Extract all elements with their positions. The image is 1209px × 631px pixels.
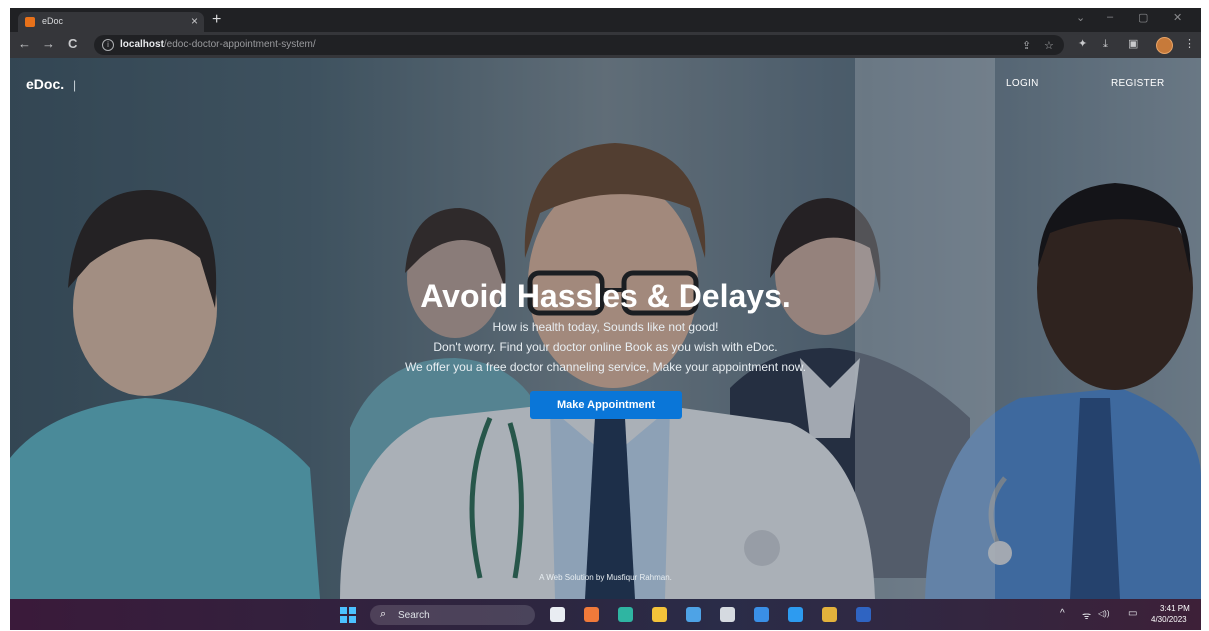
browser-tab[interactable]: eDoc × (18, 12, 204, 32)
network-icon[interactable]: ᯤ (1082, 608, 1091, 622)
taskbar-search-label: Search (398, 610, 430, 621)
vscode-icon[interactable] (788, 607, 803, 622)
word-icon[interactable] (856, 607, 871, 622)
windows-logo-icon (340, 607, 347, 614)
file-explorer-icon[interactable] (652, 607, 667, 622)
mail-icon[interactable] (686, 607, 701, 622)
calendar-icon[interactable] (720, 607, 735, 622)
profile-avatar[interactable] (1156, 37, 1173, 54)
browser-tab-strip: eDoc × + ⌄ – ▢ ✕ (10, 8, 1201, 32)
page-viewport: eDoc. | LOGIN REGISTER Avoid Hassles & D… (10, 58, 1201, 599)
show-hidden-icons[interactable]: ^ (1060, 608, 1065, 619)
extensions-icon[interactable]: ✦ (1078, 38, 1087, 51)
menu-icon[interactable]: ⋮ (1184, 38, 1195, 51)
file-app-icon[interactable] (550, 607, 565, 622)
hero-line-2: Don't worry. Find your doctor online Boo… (433, 340, 778, 354)
url-text[interactable]: localhost/edoc-doctor-appointment-system… (120, 39, 316, 50)
close-window-icon[interactable]: ✕ (1173, 11, 1182, 24)
share-icon[interactable]: ⇪ (1022, 39, 1031, 52)
address-bar[interactable]: i localhost/edoc-doctor-appointment-syst… (94, 35, 1064, 55)
footer-credit: A Web Solution by Musfiqur Rahman. (539, 573, 672, 582)
download-icon[interactable]: ⤓ (1103, 38, 1108, 51)
new-tab-button[interactable]: + (212, 12, 221, 28)
star-icon[interactable]: ☆ (1044, 39, 1054, 52)
clock-date[interactable]: 4/30/2023 (1151, 615, 1187, 624)
screen: eDoc × + ⌄ – ▢ ✕ ← → C i localhost/edoc-… (10, 8, 1201, 630)
login-link[interactable]: LOGIN (1006, 78, 1039, 89)
start-button[interactable] (340, 607, 356, 623)
logo-separator: | (73, 78, 77, 92)
clock-time[interactable]: 3:41 PM (1160, 604, 1190, 613)
minimize-icon[interactable]: – (1107, 11, 1113, 23)
taskbar: ⌕ Search ^ ᯤ ◁)) ▭ 3:41 PM 4/30/2023 (10, 599, 1201, 630)
register-link[interactable]: REGISTER (1111, 78, 1165, 89)
hero-title: Avoid Hassles & Delays. (420, 278, 791, 314)
sidebar-icon[interactable]: ▣ (1128, 38, 1138, 51)
close-tab-icon[interactable]: × (191, 14, 198, 28)
blue-app-icon[interactable] (754, 607, 769, 622)
site-logo[interactable]: eDoc. (26, 76, 64, 92)
search-icon: ⌕ (380, 608, 387, 620)
forward-button[interactable]: → (42, 37, 55, 51)
edge-icon[interactable] (618, 607, 633, 622)
hero-line-3: We offer you a free doctor channeling se… (404, 360, 807, 374)
tab-title: eDoc (42, 16, 64, 26)
battery-icon[interactable]: ▭ (1128, 608, 1137, 619)
orange-app-icon[interactable] (584, 607, 599, 622)
make-appointment-button[interactable]: Make Appointment (530, 391, 682, 419)
back-button[interactable]: ← (18, 37, 31, 51)
reload-button[interactable]: C (68, 37, 77, 51)
hero-line-1: How is health today, Sounds like not goo… (492, 320, 719, 334)
taskbar-search[interactable]: ⌕ Search (370, 605, 535, 625)
site-info-icon[interactable]: i (102, 39, 114, 51)
tab-search-icon[interactable]: ⌄ (1076, 11, 1085, 24)
edoc-favicon-icon (25, 17, 35, 27)
browser-toolbar: ← → C i localhost/edoc-doctor-appointmen… (10, 32, 1201, 58)
chrome-icon[interactable] (822, 607, 837, 622)
maximize-icon[interactable]: ▢ (1138, 11, 1148, 24)
volume-icon[interactable]: ◁)) (1098, 609, 1109, 618)
